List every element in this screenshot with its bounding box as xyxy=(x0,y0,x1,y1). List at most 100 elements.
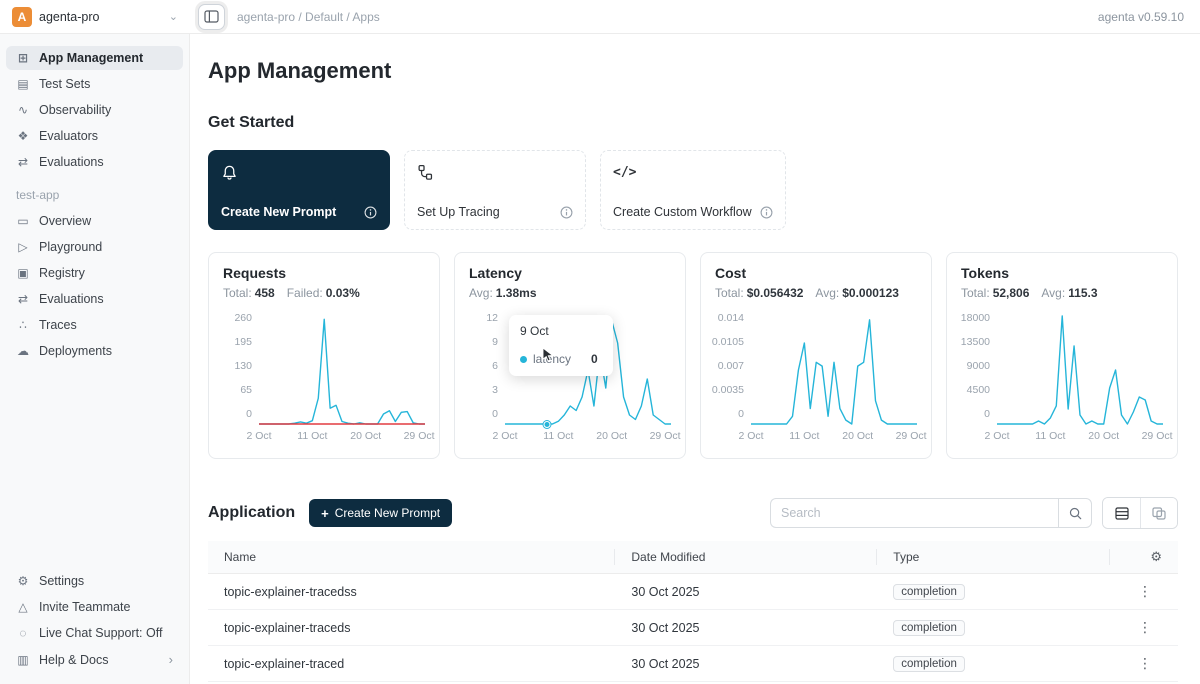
y-axis-tick: 0 xyxy=(246,408,252,420)
sidebar-toggle-button[interactable] xyxy=(198,4,225,30)
x-axis-tick: 29 Oct xyxy=(1142,430,1173,442)
sidebar-item-traces[interactable]: ∴Traces xyxy=(6,313,183,337)
chart-title: Requests xyxy=(223,265,425,281)
sidebar-item-registry[interactable]: ▣Registry xyxy=(6,261,183,285)
stat-label: Avg: xyxy=(469,286,493,300)
sidebar-item-evaluations[interactable]: ⇄Evaluations xyxy=(6,150,183,174)
sidebar-item-app-management[interactable]: ⊞ App Management xyxy=(6,46,183,70)
overview-icon: ▭ xyxy=(16,214,30,228)
sidebar-item-label: Live Chat Support: Off xyxy=(39,626,162,640)
sidebar-item-overview[interactable]: ▭Overview xyxy=(6,209,183,233)
app-version: agenta v0.59.10 xyxy=(1098,10,1184,24)
y-axis-tick: 0 xyxy=(738,408,744,420)
sidebar-spacer xyxy=(6,365,183,569)
stat-value: $0.056432 xyxy=(747,286,804,300)
type-badge: completion xyxy=(893,656,965,672)
y-axis-tick: 9000 xyxy=(967,360,990,372)
sidebar-item-label: Registry xyxy=(39,266,85,280)
sidebar-item-label: Invite Teammate xyxy=(39,600,130,614)
sidebar-item-settings[interactable]: ⚙Settings xyxy=(6,569,183,593)
view-toggle xyxy=(1102,497,1178,529)
card-view-icon xyxy=(1152,507,1166,520)
card-view-button[interactable] xyxy=(1140,498,1177,528)
table-row[interactable]: topic-explainer-traced30 Oct 2025complet… xyxy=(208,646,1178,682)
page-title: App Management xyxy=(208,58,1178,84)
create-new-prompt-card[interactable]: Create New Prompt xyxy=(208,150,390,230)
y-axis-tick: 0.0105 xyxy=(712,336,744,348)
traces-icon: ∴ xyxy=(16,318,30,332)
info-icon[interactable] xyxy=(364,206,377,219)
row-menu-button[interactable]: ⋮ xyxy=(1134,655,1156,671)
x-axis-tick: 29 Oct xyxy=(896,430,927,442)
topbar: A agenta-pro ⌄ agenta-pro / Default / Ap… xyxy=(0,0,1200,34)
info-icon[interactable] xyxy=(560,206,573,219)
stat-label: Total: xyxy=(223,286,252,300)
x-axis: 2 Oct11 Oct20 Oct29 Oct xyxy=(259,424,425,442)
plus-icon: + xyxy=(321,506,329,521)
sidebar-item-label: App Management xyxy=(39,51,143,65)
series-tokens xyxy=(997,316,1163,424)
stat-value: 458 xyxy=(255,286,275,300)
sidebar-item-evaluations-app[interactable]: ⇄Evaluations xyxy=(6,287,183,311)
sidebar-item-label: Test Sets xyxy=(39,77,90,91)
line-chart xyxy=(259,316,425,424)
sidebar-item-help-docs[interactable]: ▥Help & Docs› xyxy=(6,647,183,672)
sidebar-item-label: Evaluators xyxy=(39,129,98,143)
sidebar-item-test-sets[interactable]: ▤ Test Sets xyxy=(6,72,183,96)
sidebar-item-label: Evaluations xyxy=(39,292,104,306)
requests-chart-card: Requests Total:458 Failed:0.03% 26019513… xyxy=(208,252,440,459)
sidebar-item-label: Playground xyxy=(39,240,102,254)
chart-tooltip: 9 Oct latency 0 xyxy=(509,315,613,376)
y-axis-tick: 195 xyxy=(234,336,252,348)
type-badge: completion xyxy=(893,584,965,600)
set-up-tracing-card[interactable]: Set Up Tracing xyxy=(404,150,586,230)
create-new-prompt-button[interactable]: + Create New Prompt xyxy=(309,499,452,527)
table-row[interactable]: topic-explainer-tracedss30 Oct 2025compl… xyxy=(208,574,1178,610)
sidebar-item-playground[interactable]: ▷ Playground xyxy=(6,235,183,259)
deployments-icon: ☁ xyxy=(16,344,30,358)
x-axis-tick: 11 Oct xyxy=(543,430,573,442)
app-management-icon: ⊞ xyxy=(16,51,30,65)
bell-icon xyxy=(221,162,377,182)
search-icon xyxy=(1069,507,1082,520)
info-icon[interactable] xyxy=(760,206,773,219)
breadcrumb[interactable]: agenta-pro / Default / Apps xyxy=(237,10,380,24)
playground-icon: ▷ xyxy=(16,240,30,254)
workspace-selector[interactable]: A agenta-pro ⌄ xyxy=(0,0,190,33)
table-view-button[interactable] xyxy=(1103,498,1140,528)
type-cell: completion xyxy=(877,610,1110,646)
chart-title: Latency xyxy=(469,265,671,281)
y-axis-tick: 18000 xyxy=(961,312,990,324)
x-axis-tick: 2 Oct xyxy=(246,430,271,442)
table-row[interactable]: topic-explainer-traceds30 Oct 2025comple… xyxy=(208,610,1178,646)
x-axis: 2 Oct11 Oct20 Oct29 Oct xyxy=(751,424,917,442)
line-chart xyxy=(751,316,917,424)
x-axis-tick: 20 Oct xyxy=(350,430,381,442)
tooltip-date: 9 Oct xyxy=(520,324,602,338)
table-settings-gear-icon[interactable]: ⚙ xyxy=(1150,549,1162,564)
sidebar-item-live-chat-support[interactable]: ◌Live Chat Support: Off xyxy=(6,621,183,645)
sidebar-item-deployments[interactable]: ☁Deployments xyxy=(6,339,183,363)
search-button[interactable] xyxy=(1058,498,1092,528)
workspace-avatar: A xyxy=(12,7,32,27)
series-dot xyxy=(520,356,527,363)
test-sets-icon: ▤ xyxy=(16,77,30,91)
stat-label: Failed: xyxy=(287,286,323,300)
create-custom-workflow-card[interactable]: </> Create Custom Workflow xyxy=(600,150,786,230)
row-menu-button[interactable]: ⋮ xyxy=(1134,619,1156,635)
sidebar-item-invite-teammate[interactable]: △ Invite Teammate xyxy=(6,595,183,619)
invite-teammate-icon: △ xyxy=(16,600,30,614)
sidebar-item-label: Observability xyxy=(39,103,111,117)
applications-table: Name Date Modified Type ⚙ topic-explaine… xyxy=(208,541,1178,684)
y-axis-tick: 3 xyxy=(492,384,498,396)
y-axis-tick: 260 xyxy=(234,312,252,324)
help-docs-icon: ▥ xyxy=(16,653,30,667)
sidebar-item-observability[interactable]: ∿Observability xyxy=(6,98,183,122)
sidebar-item-evaluators[interactable]: ❖Evaluators xyxy=(6,124,183,148)
x-axis-tick: 2 Oct xyxy=(492,430,517,442)
column-header-type: Type xyxy=(877,541,1110,574)
search-input[interactable] xyxy=(770,498,1058,528)
row-menu-button[interactable]: ⋮ xyxy=(1134,583,1156,599)
stats-row: Requests Total:458 Failed:0.03% 26019513… xyxy=(208,252,1178,459)
latency-chart-card: Latency Avg:1.38ms 129630 2 Oct11 Oct20 … xyxy=(454,252,686,459)
